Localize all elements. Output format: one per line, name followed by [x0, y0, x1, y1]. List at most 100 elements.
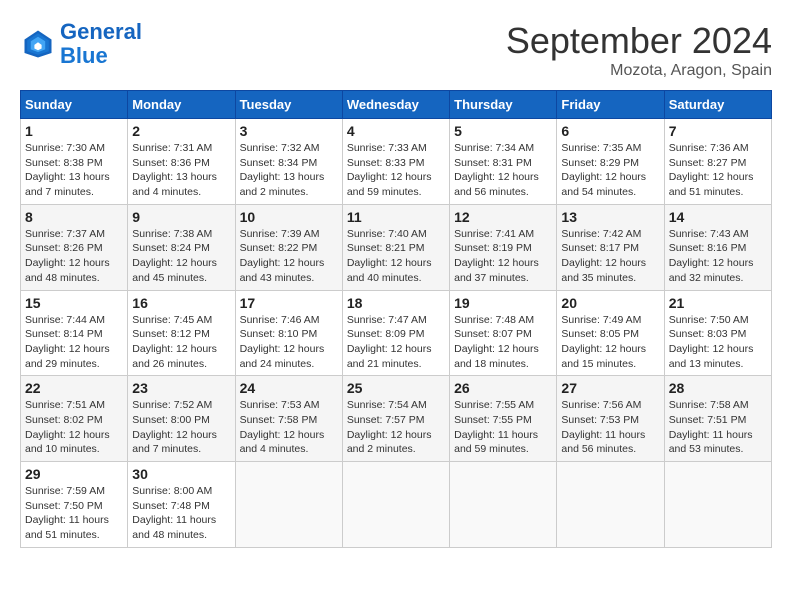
calendar-week-row: 29 Sunrise: 7:59 AMSunset: 7:50 PMDayligh… [21, 462, 772, 548]
day-info: Sunrise: 7:36 AMSunset: 8:27 PMDaylight:… [669, 141, 767, 200]
table-row: 4 Sunrise: 7:33 AMSunset: 8:33 PMDaylight… [342, 119, 449, 205]
table-row: 14 Sunrise: 7:43 AMSunset: 8:16 PMDayligh… [664, 204, 771, 290]
day-info: Sunrise: 7:45 AMSunset: 8:12 PMDaylight:… [132, 313, 230, 372]
logo-text: GeneralBlue [60, 20, 142, 68]
day-number: 23 [132, 380, 230, 396]
calendar-week-row: 8 Sunrise: 7:37 AMSunset: 8:26 PMDaylight… [21, 204, 772, 290]
day-number: 8 [25, 209, 123, 225]
day-info: Sunrise: 7:34 AMSunset: 8:31 PMDaylight:… [454, 141, 552, 200]
day-number: 21 [669, 295, 767, 311]
table-row: 29 Sunrise: 7:59 AMSunset: 7:50 PMDayligh… [21, 462, 128, 548]
day-info: Sunrise: 7:47 AMSunset: 8:09 PMDaylight:… [347, 313, 445, 372]
logo: GeneralBlue [20, 20, 142, 68]
table-row: 16 Sunrise: 7:45 AMSunset: 8:12 PMDayligh… [128, 290, 235, 376]
day-number: 10 [240, 209, 338, 225]
table-row: 1Sunrise: 7:30 AMSunset: 8:38 PMDaylight… [21, 119, 128, 205]
day-info: Sunrise: 7:39 AMSunset: 8:22 PMDaylight:… [240, 227, 338, 286]
day-number: 12 [454, 209, 552, 225]
day-info: Sunrise: 8:00 AMSunset: 7:48 PMDaylight:… [132, 484, 230, 543]
day-info: Sunrise: 7:43 AMSunset: 8:16 PMDaylight:… [669, 227, 767, 286]
day-number: 25 [347, 380, 445, 396]
calendar-week-row: 1Sunrise: 7:30 AMSunset: 8:38 PMDaylight… [21, 119, 772, 205]
day-number: 5 [454, 123, 552, 139]
table-row: 3Sunrise: 7:32 AMSunset: 8:34 PMDaylight… [235, 119, 342, 205]
day-info: Sunrise: 7:52 AMSunset: 8:00 PMDaylight:… [132, 398, 230, 457]
col-sunday: Sunday [21, 91, 128, 119]
table-row: 25 Sunrise: 7:54 AMSunset: 7:57 PMDayligh… [342, 376, 449, 462]
page-header: GeneralBlue September 2024 Mozota, Arago… [20, 20, 772, 80]
day-number: 4 [347, 123, 445, 139]
day-info: Sunrise: 7:38 AMSunset: 8:24 PMDaylight:… [132, 227, 230, 286]
table-row: 18 Sunrise: 7:47 AMSunset: 8:09 PMDayligh… [342, 290, 449, 376]
day-number: 26 [454, 380, 552, 396]
col-saturday: Saturday [664, 91, 771, 119]
day-number: 28 [669, 380, 767, 396]
table-row: 30Sunrise: 8:00 AMSunset: 7:48 PMDayligh… [128, 462, 235, 548]
table-row: 28 Sunrise: 7:58 AMSunset: 7:51 PMDayligh… [664, 376, 771, 462]
col-thursday: Thursday [450, 91, 557, 119]
table-row: 10 Sunrise: 7:39 AMSunset: 8:22 PMDayligh… [235, 204, 342, 290]
table-row: 12 Sunrise: 7:41 AMSunset: 8:19 PMDayligh… [450, 204, 557, 290]
calendar-table: Sunday Monday Tuesday Wednesday Thursday… [20, 90, 772, 548]
day-info: Sunrise: 7:44 AMSunset: 8:14 PMDaylight:… [25, 313, 123, 372]
table-row [664, 462, 771, 548]
title-block: September 2024 Mozota, Aragon, Spain [506, 20, 772, 80]
col-wednesday: Wednesday [342, 91, 449, 119]
calendar-week-row: 15 Sunrise: 7:44 AMSunset: 8:14 PMDayligh… [21, 290, 772, 376]
day-number: 2 [132, 123, 230, 139]
table-row: 2 Sunrise: 7:31 AMSunset: 8:36 PMDaylight… [128, 119, 235, 205]
table-row: 27 Sunrise: 7:56 AMSunset: 7:53 PMDayligh… [557, 376, 664, 462]
table-row [557, 462, 664, 548]
day-number: 14 [669, 209, 767, 225]
day-info: Sunrise: 7:32 AMSunset: 8:34 PMDaylight:… [240, 141, 338, 200]
day-number: 16 [132, 295, 230, 311]
table-row: 5 Sunrise: 7:34 AMSunset: 8:31 PMDaylight… [450, 119, 557, 205]
day-number: 20 [561, 295, 659, 311]
day-number: 9 [132, 209, 230, 225]
day-info: Sunrise: 7:56 AMSunset: 7:53 PMDaylight:… [561, 398, 659, 457]
table-row: 24 Sunrise: 7:53 AMSunset: 7:58 PMDayligh… [235, 376, 342, 462]
table-row: 26 Sunrise: 7:55 AMSunset: 7:55 PMDayligh… [450, 376, 557, 462]
table-row: 20Sunrise: 7:49 AMSunset: 8:05 PMDayligh… [557, 290, 664, 376]
day-number: 15 [25, 295, 123, 311]
day-number: 29 [25, 466, 123, 482]
day-info: Sunrise: 7:54 AMSunset: 7:57 PMDaylight:… [347, 398, 445, 457]
table-row: 15 Sunrise: 7:44 AMSunset: 8:14 PMDayligh… [21, 290, 128, 376]
col-tuesday: Tuesday [235, 91, 342, 119]
table-row: 8 Sunrise: 7:37 AMSunset: 8:26 PMDaylight… [21, 204, 128, 290]
day-number: 1 [25, 123, 123, 139]
day-info: Sunrise: 7:53 AMSunset: 7:58 PMDaylight:… [240, 398, 338, 457]
day-info: Sunrise: 7:55 AMSunset: 7:55 PMDaylight:… [454, 398, 552, 457]
logo-icon [20, 26, 56, 62]
day-info: Sunrise: 7:42 AMSunset: 8:17 PMDaylight:… [561, 227, 659, 286]
table-row: 23 Sunrise: 7:52 AMSunset: 8:00 PMDayligh… [128, 376, 235, 462]
day-number: 11 [347, 209, 445, 225]
day-info: Sunrise: 7:46 AMSunset: 8:10 PMDaylight:… [240, 313, 338, 372]
table-row: 22 Sunrise: 7:51 AMSunset: 8:02 PMDayligh… [21, 376, 128, 462]
calendar-week-row: 22 Sunrise: 7:51 AMSunset: 8:02 PMDayligh… [21, 376, 772, 462]
day-info: Sunrise: 7:59 AMSunset: 7:50 PMDaylight:… [25, 484, 123, 543]
table-row: 6 Sunrise: 7:35 AMSunset: 8:29 PMDaylight… [557, 119, 664, 205]
table-row [235, 462, 342, 548]
day-number: 24 [240, 380, 338, 396]
day-number: 6 [561, 123, 659, 139]
col-friday: Friday [557, 91, 664, 119]
month-title: September 2024 [506, 20, 772, 62]
table-row: 13 Sunrise: 7:42 AMSunset: 8:17 PMDayligh… [557, 204, 664, 290]
day-number: 22 [25, 380, 123, 396]
day-number: 27 [561, 380, 659, 396]
day-number: 18 [347, 295, 445, 311]
day-info: Sunrise: 7:35 AMSunset: 8:29 PMDaylight:… [561, 141, 659, 200]
table-row: 21Sunrise: 7:50 AMSunset: 8:03 PMDayligh… [664, 290, 771, 376]
table-row [342, 462, 449, 548]
table-row: 19Sunrise: 7:48 AMSunset: 8:07 PMDayligh… [450, 290, 557, 376]
day-info: Sunrise: 7:51 AMSunset: 8:02 PMDaylight:… [25, 398, 123, 457]
table-row: 9 Sunrise: 7:38 AMSunset: 8:24 PMDaylight… [128, 204, 235, 290]
day-info: Sunrise: 7:33 AMSunset: 8:33 PMDaylight:… [347, 141, 445, 200]
day-info: Sunrise: 7:48 AMSunset: 8:07 PMDaylight:… [454, 313, 552, 372]
day-info: Sunrise: 7:58 AMSunset: 7:51 PMDaylight:… [669, 398, 767, 457]
day-info: Sunrise: 7:31 AMSunset: 8:36 PMDaylight:… [132, 141, 230, 200]
day-info: Sunrise: 7:41 AMSunset: 8:19 PMDaylight:… [454, 227, 552, 286]
day-info: Sunrise: 7:37 AMSunset: 8:26 PMDaylight:… [25, 227, 123, 286]
day-number: 13 [561, 209, 659, 225]
